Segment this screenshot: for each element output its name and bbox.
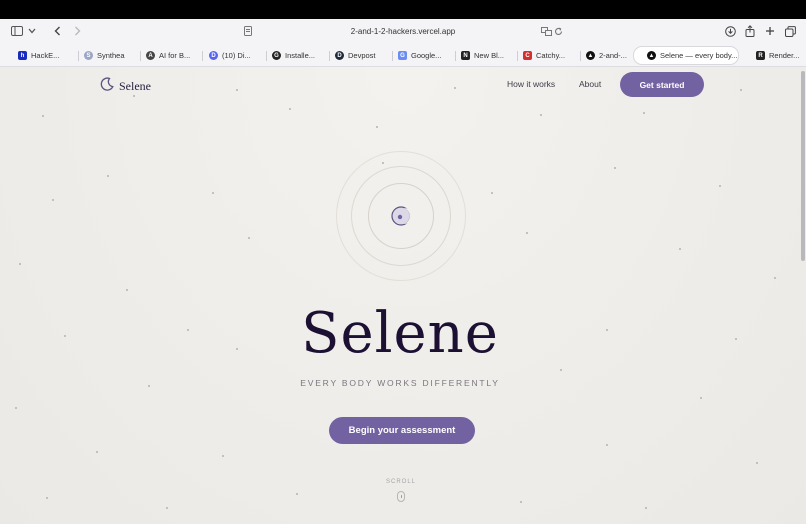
page-scrollbar[interactable] bbox=[801, 71, 805, 261]
moon-emblem-icon bbox=[391, 206, 412, 226]
hero-subtitle: EVERY BODY WORKS DIFFERENTLY bbox=[300, 378, 500, 388]
browser-chrome: 2-and-1-2-hackers.vercel.app h HackE... … bbox=[0, 19, 806, 67]
logo[interactable]: Selene bbox=[100, 77, 151, 96]
crescent-moon-icon bbox=[100, 77, 114, 96]
forward-icon[interactable] bbox=[71, 23, 83, 39]
sidebar-toggle-icon[interactable] bbox=[10, 23, 24, 39]
tab-label: 2-and-... bbox=[599, 51, 627, 60]
new-tab-icon[interactable] bbox=[764, 23, 776, 39]
translate-icon[interactable] bbox=[540, 23, 552, 39]
catchy-icon: C bbox=[523, 51, 532, 60]
render-icon: R bbox=[756, 51, 765, 60]
synthea-icon: S bbox=[84, 51, 93, 60]
chevron-down-icon[interactable] bbox=[27, 23, 37, 39]
github-icon: G bbox=[272, 51, 281, 60]
tab-bar: h HackE... S Synthea A AI for B... D (10… bbox=[0, 45, 806, 66]
address-bar[interactable]: 2-and-1-2-hackers.vercel.app bbox=[340, 24, 466, 40]
scroll-mouse-icon[interactable] bbox=[397, 491, 405, 502]
hackerearth-icon: h bbox=[18, 51, 27, 60]
system-top-bar bbox=[0, 0, 806, 19]
devpost-icon: D bbox=[335, 51, 344, 60]
downloads-icon[interactable] bbox=[724, 23, 736, 39]
back-icon[interactable] bbox=[51, 23, 63, 39]
tab-github[interactable]: G Installe... bbox=[268, 47, 330, 64]
tab-label: New Bl... bbox=[474, 51, 505, 60]
tab-synthea[interactable]: S Synthea bbox=[80, 47, 142, 64]
browser-toolbar: 2-and-1-2-hackers.vercel.app bbox=[0, 19, 806, 44]
vercel-icon: ▲ bbox=[647, 51, 656, 60]
discord-icon: D bbox=[209, 51, 218, 60]
begin-assessment-button[interactable]: Begin your assessment bbox=[329, 417, 475, 444]
reload-icon[interactable] bbox=[553, 23, 563, 39]
page-icon[interactable] bbox=[243, 23, 253, 39]
tab-label: Google... bbox=[411, 51, 442, 60]
tab-2-and[interactable]: ▲ 2-and-... bbox=[582, 47, 632, 64]
tab-label: (10) Di... bbox=[222, 51, 251, 60]
gemini-icon: G bbox=[398, 51, 407, 60]
get-started-button[interactable]: Get started bbox=[620, 72, 704, 97]
tab-new-bl[interactable]: N New Bl... bbox=[457, 47, 519, 64]
tab-label: Devpost bbox=[348, 51, 376, 60]
logo-text: Selene bbox=[119, 79, 151, 93]
vercel-icon: ▲ bbox=[586, 51, 595, 60]
tab-label: Installe... bbox=[285, 51, 316, 60]
tab-label: Catchy... bbox=[536, 51, 566, 60]
tab-label: Render... bbox=[769, 51, 800, 60]
tab-devpost[interactable]: D Devpost bbox=[331, 47, 393, 64]
tab-selene-active[interactable]: ▲ Selene — every body... bbox=[634, 47, 738, 64]
openai-icon: A bbox=[146, 51, 155, 60]
tab-hackerearth[interactable]: h HackE... bbox=[14, 47, 76, 64]
nav-link-about[interactable]: About bbox=[579, 79, 601, 89]
tab-ai-for-b[interactable]: A AI for B... bbox=[142, 47, 204, 64]
tab-google[interactable]: G Google... bbox=[394, 47, 456, 64]
tab-discord[interactable]: D (10) Di... bbox=[205, 47, 267, 64]
tab-overview-icon[interactable] bbox=[784, 23, 796, 39]
tab-catchy[interactable]: C Catchy... bbox=[519, 47, 581, 64]
share-icon[interactable] bbox=[744, 23, 756, 39]
tab-label: Synthea bbox=[97, 51, 125, 60]
nav-link-how-it-works[interactable]: How it works bbox=[507, 79, 555, 89]
notion-icon: N bbox=[461, 51, 470, 60]
tab-render[interactable]: R Render... bbox=[752, 47, 802, 64]
scroll-label: SCROLL bbox=[385, 479, 416, 485]
page-viewport: Selene How it works About Get started Se… bbox=[0, 67, 806, 524]
hero-title: Selene bbox=[301, 301, 499, 366]
tab-label: AI for B... bbox=[159, 51, 191, 60]
tab-label: Selene — every body... bbox=[660, 51, 738, 60]
tab-label: HackE... bbox=[31, 51, 60, 60]
